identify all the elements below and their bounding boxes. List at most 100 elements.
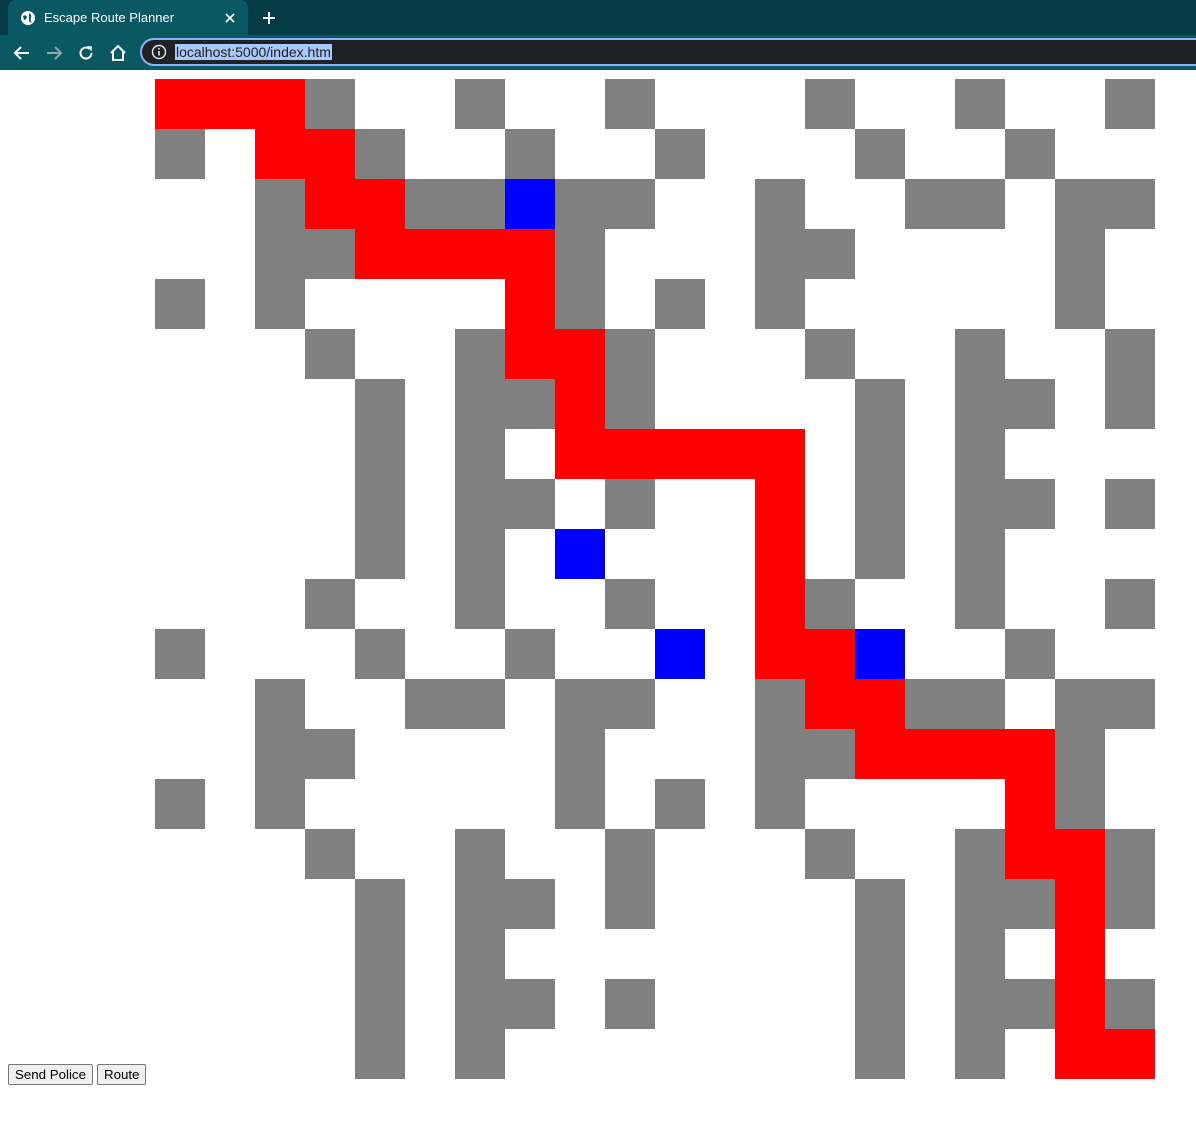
grid-cell-empty[interactable] [655,1029,705,1079]
grid-cell-wall[interactable] [255,729,305,779]
grid-cell-police[interactable] [655,629,705,679]
grid-cell-wall[interactable] [955,679,1005,729]
grid-cell-empty[interactable] [905,79,955,129]
address-url[interactable]: localhost:5000/index.htm [175,44,332,60]
grid-cell-empty[interactable] [605,779,655,829]
grid-cell-route[interactable] [1055,1029,1105,1079]
grid-cell-empty[interactable] [955,629,1005,679]
grid-cell-empty[interactable] [705,79,755,129]
grid-cell-wall[interactable] [405,179,455,229]
grid-cell-empty[interactable] [255,479,305,529]
grid-cell-empty[interactable] [1105,779,1155,829]
grid-cell-wall[interactable] [355,929,405,979]
grid-cell-empty[interactable] [155,479,205,529]
grid-cell-empty[interactable] [1005,279,1055,329]
grid-cell-wall[interactable] [655,279,705,329]
grid-cell-wall[interactable] [255,279,305,329]
grid-cell-empty[interactable] [455,129,505,179]
grid-cell-empty[interactable] [855,579,905,629]
grid-cell-empty[interactable] [255,429,305,479]
address-bar[interactable]: localhost:5000/index.htm [140,38,1196,66]
grid-cell-empty[interactable] [555,1029,605,1079]
grid-cell-wall[interactable] [155,279,205,329]
send-police-button[interactable]: Send Police [8,1064,93,1085]
grid-cell-empty[interactable] [655,979,705,1029]
grid-cell-empty[interactable] [705,929,755,979]
grid-cell-empty[interactable] [905,879,955,929]
grid-cell-empty[interactable] [255,1029,305,1079]
grid-cell-empty[interactable] [755,979,805,1029]
grid-cell-empty[interactable] [955,279,1005,329]
grid-cell-wall[interactable] [305,579,355,629]
grid-cell-empty[interactable] [255,929,305,979]
grid-cell-empty[interactable] [155,879,205,929]
grid-cell-empty[interactable] [1005,79,1055,129]
grid-cell-empty[interactable] [155,379,205,429]
grid-cell-wall[interactable] [955,929,1005,979]
grid-cell-empty[interactable] [455,629,505,679]
grid-cell-wall[interactable] [405,679,455,729]
grid-cell-wall[interactable] [455,929,505,979]
grid-cell-wall[interactable] [755,729,805,779]
grid-cell-wall[interactable] [805,79,855,129]
grid-cell-wall[interactable] [305,329,355,379]
grid-cell-wall[interactable] [1105,829,1155,879]
grid-cell-police[interactable] [555,529,605,579]
grid-cell-wall[interactable] [605,329,655,379]
grid-cell-empty[interactable] [305,629,355,679]
browser-tab[interactable]: Escape Route Planner [8,0,248,35]
grid-cell-empty[interactable] [205,679,255,729]
grid-cell-wall[interactable] [1055,279,1105,329]
grid-cell-empty[interactable] [655,679,705,729]
grid-cell-route[interactable] [755,479,805,529]
grid-cell-empty[interactable] [605,729,655,779]
grid-cell-wall[interactable] [1105,479,1155,529]
grid-cell-empty[interactable] [455,779,505,829]
grid-cell-wall[interactable] [855,929,905,979]
grid-cell-wall[interactable] [955,579,1005,629]
grid-cell-route[interactable] [355,229,405,279]
grid-cell-empty[interactable] [505,429,555,479]
grid-cell-wall[interactable] [1105,379,1155,429]
grid-cell-route[interactable] [605,429,655,479]
grid-cell-empty[interactable] [505,529,555,579]
grid-cell-wall[interactable] [505,129,555,179]
grid-cell-empty[interactable] [405,529,455,579]
grid-cell-empty[interactable] [555,479,605,529]
grid-cell-wall[interactable] [805,329,855,379]
grid-cell-wall[interactable] [555,779,605,829]
new-tab-button[interactable] [258,7,280,29]
grid-cell-wall[interactable] [1005,629,1055,679]
grid-cell-empty[interactable] [255,879,305,929]
grid-cell-route[interactable] [1005,729,1055,779]
grid-cell-route[interactable] [905,729,955,779]
grid-cell-wall[interactable] [455,679,505,729]
grid-cell-empty[interactable] [605,529,655,579]
grid-cell-wall[interactable] [605,579,655,629]
grid-cell-empty[interactable] [655,529,705,579]
grid-cell-empty[interactable] [655,329,705,379]
grid-cell-wall[interactable] [255,679,305,729]
grid-cell-empty[interactable] [1055,79,1105,129]
grid-cell-empty[interactable] [505,1029,555,1079]
grid-cell-empty[interactable] [555,129,605,179]
grid-cell-route[interactable] [755,579,805,629]
grid-cell-empty[interactable] [205,429,255,479]
grid-cell-empty[interactable] [805,529,855,579]
grid-cell-empty[interactable] [1105,429,1155,479]
grid-cell-wall[interactable] [455,1029,505,1079]
grid-cell-wall[interactable] [1105,579,1155,629]
grid-cell-route[interactable] [505,329,555,379]
grid-cell-empty[interactable] [705,529,755,579]
grid-cell-wall[interactable] [805,579,855,629]
grid-cell-route[interactable] [1055,979,1105,1029]
grid-cell-wall[interactable] [1105,879,1155,929]
grid-cell-route[interactable] [1105,1029,1155,1079]
grid-cell-empty[interactable] [205,929,255,979]
grid-cell-route[interactable] [255,129,305,179]
grid-cell-empty[interactable] [905,1029,955,1079]
grid-cell-wall[interactable] [155,129,205,179]
grid-cell-empty[interactable] [405,279,455,329]
grid-cell-wall[interactable] [955,479,1005,529]
grid-cell-empty[interactable] [205,329,255,379]
